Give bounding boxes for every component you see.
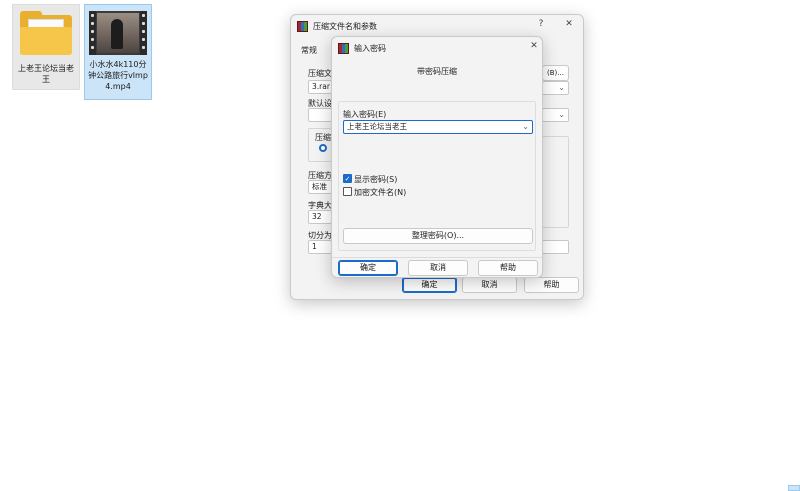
organize-passwords-button[interactable]: 整理密码(O)... — [343, 228, 533, 244]
password-dialog-titlebar: 输入密码 ✕ — [332, 37, 542, 59]
archive-name-dropdown[interactable]: ⌄ — [542, 81, 569, 95]
profile-dropdown[interactable]: ⌄ — [542, 108, 569, 122]
help-icon[interactable]: ? — [533, 19, 549, 29]
desktop-folder-icon[interactable]: 上老王论坛当老王 — [12, 4, 80, 90]
encrypt-names-checkbox[interactable] — [343, 187, 352, 196]
video-file-label: 小水水4k110分钟公路旅行vlmp4.mp4 — [88, 60, 148, 91]
split-unit-select[interactable] — [542, 240, 569, 254]
chevron-down-icon[interactable]: ⌄ — [522, 121, 529, 133]
password-ok-button[interactable]: 确定 — [338, 260, 398, 276]
split-input[interactable]: 1 — [308, 240, 332, 254]
chevron-down-icon: ⌄ — [558, 83, 565, 92]
footer-divider — [332, 257, 542, 258]
winrar-icon — [338, 42, 349, 54]
checkmark-icon: ✓ — [344, 175, 351, 183]
video-thumbnail-icon — [89, 11, 147, 55]
folder-icon — [18, 11, 74, 57]
close-icon[interactable]: ✕ — [561, 19, 577, 29]
folder-label: 上老王论坛当老王 — [18, 64, 74, 84]
password-input[interactable]: 上老王论坛当老王 ⌄ — [343, 120, 533, 134]
format-group-label: 压缩 — [315, 133, 331, 142]
password-heading: 带密码压缩 — [417, 67, 457, 76]
password-cancel-button[interactable]: 取消 — [408, 260, 468, 276]
tab-general[interactable]: 常规 — [301, 45, 317, 56]
show-password-label: 显示密码(S) — [354, 175, 398, 184]
main-dialog-title: 压缩文件名和参数 — [313, 21, 377, 31]
show-password-checkbox[interactable]: ✓ — [343, 174, 352, 183]
main-ok-button[interactable]: 确定 — [402, 277, 457, 293]
archive-name-input[interactable]: 3.rar — [308, 80, 332, 94]
password-dialog-title: 输入密码 — [354, 43, 386, 53]
method-select[interactable]: 标准 — [308, 180, 332, 194]
main-dialog-titlebar: 压缩文件名和参数 ? ✕ — [291, 15, 583, 37]
archive-name-label: 压缩文 — [308, 69, 332, 78]
password-help-button[interactable]: 帮助 — [478, 260, 538, 276]
winrar-icon — [297, 20, 308, 32]
options-group — [542, 136, 569, 228]
chevron-down-icon: ⌄ — [558, 110, 565, 119]
close-icon[interactable]: ✕ — [526, 41, 542, 51]
password-dialog: 输入密码 ✕ 带密码压缩 输入密码(E) 上老王论坛当老王 ⌄ ✓ 显示密码(S… — [331, 36, 543, 278]
password-value: 上老王论坛当老王 — [347, 122, 407, 131]
format-radio[interactable] — [319, 144, 327, 152]
encrypt-names-label: 加密文件名(N) — [354, 188, 407, 197]
corner-selection-marker — [788, 485, 800, 491]
enter-password-label: 输入密码(E) — [343, 110, 387, 119]
browse-button[interactable]: (B)... — [542, 65, 569, 81]
profile-select[interactable] — [308, 108, 332, 122]
dictionary-select[interactable]: 32 — [308, 210, 332, 224]
main-cancel-button[interactable]: 取消 — [462, 277, 517, 293]
main-help-button[interactable]: 帮助 — [524, 277, 579, 293]
desktop-video-file[interactable]: 小水水4k110分钟公路旅行vlmp4.mp4 — [84, 4, 152, 100]
